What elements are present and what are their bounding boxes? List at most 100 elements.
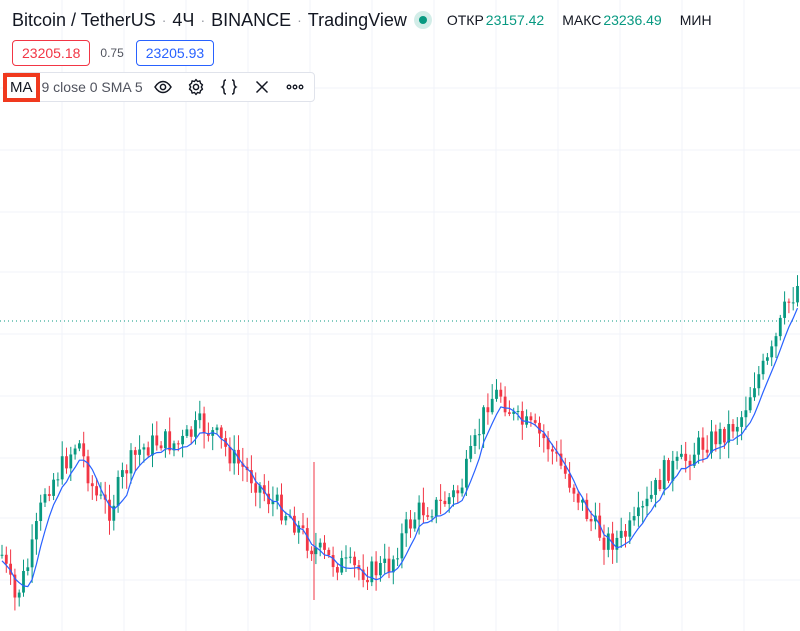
- candle-body: [641, 506, 645, 508]
- candle-body: [30, 539, 34, 568]
- candle-body: [486, 407, 490, 413]
- interval[interactable]: 4Ч: [172, 10, 194, 31]
- sell-price-button[interactable]: 23205.18: [12, 40, 91, 66]
- candle-body: [452, 490, 455, 498]
- candle-body: [658, 480, 662, 490]
- candle-body: [52, 479, 55, 496]
- candle-body: [568, 473, 571, 488]
- candle-body: [662, 460, 666, 490]
- candle-body: [796, 285, 799, 303]
- candle-body: [138, 449, 141, 455]
- candle-body: [783, 301, 786, 318]
- candle-body: [176, 443, 180, 445]
- eye-icon[interactable]: [150, 74, 176, 100]
- candle-body: [697, 437, 700, 455]
- ohlc-low: МИН: [680, 12, 726, 28]
- candle-body: [17, 592, 21, 598]
- candle-body: [404, 519, 408, 534]
- candle-body: [65, 456, 68, 469]
- candle-body: [198, 413, 202, 421]
- indicator-name[interactable]: MA: [3, 72, 40, 102]
- candle-body: [731, 424, 735, 432]
- candle-body: [654, 480, 657, 495]
- candle-body: [164, 431, 167, 449]
- candle-body: [121, 470, 124, 477]
- candle-body: [619, 530, 623, 538]
- chart-header: Bitcoin / TetherUS · 4Ч · BINANCE · Trad…: [12, 8, 732, 32]
- candle-body: [637, 507, 640, 517]
- candle-body: [409, 519, 412, 529]
- candle-body: [748, 397, 752, 411]
- braces-icon[interactable]: [216, 74, 242, 100]
- candle-body: [275, 494, 279, 501]
- candle-body: [353, 556, 356, 566]
- ohlc-high-value: 23236.49: [603, 12, 662, 28]
- candle-body: [417, 502, 421, 520]
- spread-value: 0.75: [100, 46, 124, 60]
- ohlc-high-label: МАКС: [562, 12, 602, 28]
- candle-body: [387, 558, 391, 573]
- candle-body: [90, 483, 94, 487]
- candle-body: [396, 558, 399, 560]
- candle-body: [516, 410, 520, 412]
- candle-body: [168, 431, 172, 451]
- candle-body: [159, 445, 163, 449]
- candle-body: [529, 416, 533, 421]
- candle-body: [73, 448, 77, 455]
- candle-body: [525, 416, 528, 425]
- candle-body: [572, 487, 576, 494]
- candle-body: [142, 447, 146, 450]
- candle-body: [761, 360, 765, 375]
- symbol-name[interactable]: Bitcoin / TetherUS: [12, 10, 156, 31]
- candle-body: [56, 479, 60, 481]
- candle-body: [95, 486, 98, 496]
- candle-body: [499, 389, 503, 397]
- candle-body: [469, 445, 473, 459]
- buy-price-button[interactable]: 23205.93: [135, 40, 215, 66]
- candle-body: [228, 446, 232, 464]
- candle-body: [133, 450, 137, 455]
- candle-body: [585, 499, 589, 519]
- candle-body: [39, 502, 43, 522]
- candle-body: [766, 357, 769, 361]
- candle-body: [520, 410, 524, 425]
- candle-body: [323, 542, 326, 550]
- ohlc-open: ОТКР 23157.42: [447, 12, 556, 28]
- indicator-legend[interactable]: MA 9 close 0 SMA 5: [3, 72, 315, 102]
- candle-body: [744, 410, 748, 418]
- candle-body: [551, 449, 554, 452]
- candle-body: [318, 542, 322, 548]
- candle-body: [215, 427, 219, 431]
- candle-body: [718, 428, 722, 445]
- candle-body: [645, 498, 649, 507]
- source: TradingView: [307, 9, 407, 30]
- candle-body: [705, 449, 709, 453]
- candle-body: [400, 533, 404, 559]
- candle-body: [370, 561, 374, 583]
- candle-body: [503, 396, 507, 413]
- candle-body: [194, 420, 197, 437]
- gear-icon[interactable]: [183, 74, 209, 100]
- candle-body: [301, 525, 305, 529]
- candle-body: [254, 483, 258, 493]
- candle-body: [202, 413, 206, 434]
- candle-body: [284, 516, 288, 521]
- candle-body: [155, 435, 159, 446]
- candle-body: [774, 336, 778, 347]
- market-open-indicator: [418, 16, 427, 24]
- candle-body: [379, 562, 382, 576]
- candle-body: [181, 435, 184, 445]
- candle-body: [43, 494, 47, 503]
- candle-body: [477, 434, 481, 436]
- candle-body: [426, 515, 430, 517]
- candle-body: [602, 537, 606, 550]
- candle-body: [86, 456, 90, 484]
- candle-body: [632, 516, 636, 521]
- more-icon[interactable]: [282, 74, 308, 100]
- candle-body: [69, 454, 73, 469]
- separator-dot: ·: [200, 12, 206, 28]
- candle-body: [533, 420, 537, 423]
- candle-body: [78, 443, 81, 449]
- indicator-params[interactable]: 9 close 0 SMA 5: [42, 79, 143, 95]
- close-icon[interactable]: [249, 74, 275, 100]
